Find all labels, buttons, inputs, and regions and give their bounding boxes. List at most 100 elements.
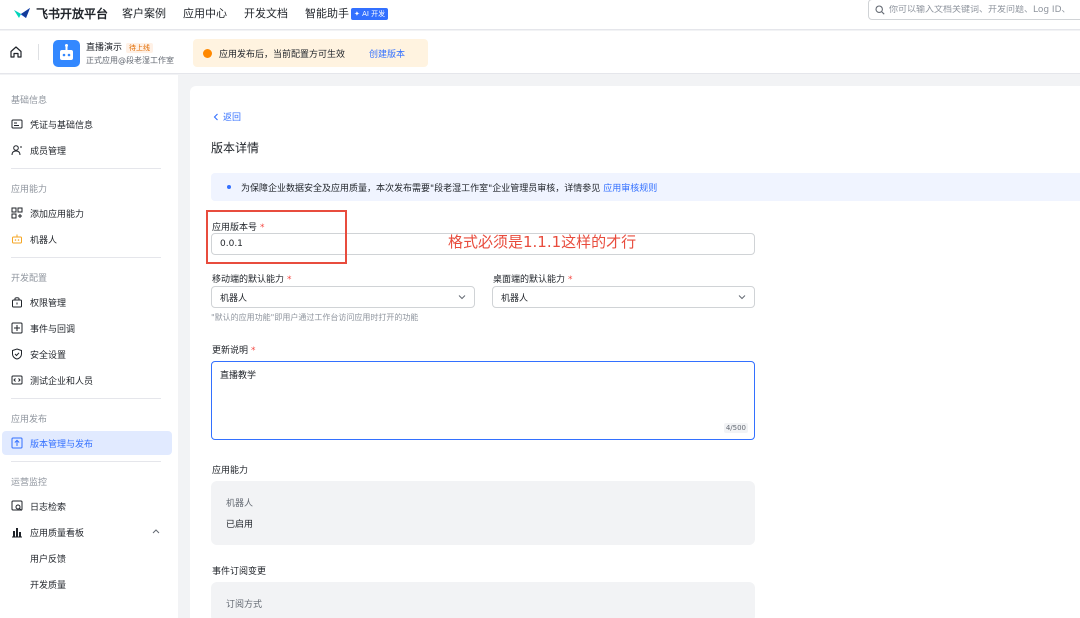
update-label-text: 更新说明 — [212, 346, 249, 356]
sidebar-group-dev-config: 开发配置 — [11, 274, 48, 284]
event-section-title: 事件订阅变更 — [212, 567, 267, 577]
review-rules-link[interactable]: 应用审核规则 — [603, 181, 657, 194]
nav-app-center[interactable]: 应用中心 — [183, 5, 227, 21]
brand-logo[interactable]: 飞书开放平台 — [12, 3, 108, 23]
home-icon[interactable] — [8, 44, 24, 60]
mobile-default-select[interactable]: 机器人 — [211, 286, 475, 308]
permission-icon — [12, 297, 22, 308]
mobile-default-label: 移动端的默认能力 * — [212, 272, 292, 285]
sidebar-item-label: 日志检索 — [30, 502, 67, 513]
desktop-default-select[interactable]: 机器人 — [492, 286, 755, 308]
sidebar-divider — [11, 461, 161, 462]
required-mark: * — [568, 275, 573, 285]
log-icon — [11, 500, 23, 511]
update-notes-label: 更新说明 * — [212, 343, 256, 356]
sidebar-item-logs[interactable]: 日志检索 — [2, 494, 172, 518]
search-icon — [875, 4, 885, 15]
sidebar-item-quality-dashboard[interactable]: 应用质量看板 — [2, 520, 172, 544]
divider — [38, 44, 39, 60]
mobile-label-text: 移动端的默认能力 — [212, 275, 285, 285]
chevron-down-icon — [458, 295, 466, 300]
sidebar-item-label: 事件与回调 — [30, 324, 76, 335]
app-subtitle: 正式应用@段老湿工作室 — [86, 56, 174, 65]
warning-icon — [203, 48, 212, 58]
robot-avatar-icon — [60, 44, 73, 60]
version-icon — [11, 437, 23, 449]
sidebar-item-user-feedback[interactable]: 用户反馈 — [2, 546, 172, 570]
mobile-default-value: 机器人 — [220, 293, 248, 304]
sidebar-divider — [11, 168, 161, 169]
sidebar-item-test-users[interactable]: 测试企业和人员 — [2, 368, 172, 392]
update-notes-textarea[interactable]: 直播教学 4/500 — [211, 361, 755, 440]
update-notes-value: 直播教学 — [220, 371, 257, 381]
shield-icon — [12, 348, 22, 360]
event-icon — [11, 322, 23, 334]
sidebar-item-events[interactable]: 事件与回调 — [2, 316, 172, 340]
sidebar-group-capability: 应用能力 — [11, 185, 48, 195]
notice-text: 应用发布后，当前配置方可生效 — [219, 49, 346, 60]
status-badge: 待上线 — [126, 43, 154, 53]
publish-notice: 应用发布后，当前配置方可生效 创建版本 — [193, 39, 428, 67]
ai-dev-badge: ✦ AI 开发 — [351, 8, 389, 20]
back-link[interactable]: 返回 — [212, 110, 241, 123]
sidebar-item-label: 版本管理与发布 — [30, 439, 94, 450]
capability-name: 机器人 — [226, 499, 254, 509]
app-name-text: 直播演示 — [86, 43, 123, 53]
required-mark: * — [251, 346, 256, 356]
sidebar-item-credentials[interactable]: 凭证与基础信息 — [2, 112, 172, 136]
desktop-default-value: 机器人 — [501, 293, 529, 304]
default-capability-hint: "默认的应用功能"即用户通过工作台访问应用时打开的功能 — [211, 313, 419, 322]
sidebar-group-basic: 基础信息 — [11, 96, 48, 106]
nav-dev-docs[interactable]: 开发文档 — [244, 5, 288, 21]
add-capability-icon — [11, 207, 23, 219]
sidebar-divider — [11, 398, 161, 399]
sidebar-item-label: 开发质量 — [30, 580, 67, 591]
annotation-text: 格式必须是1.1.1这样的才行 — [448, 233, 637, 251]
char-counter: 4/500 — [723, 423, 748, 433]
required-mark: * — [287, 275, 292, 285]
sidebar-item-label: 成员管理 — [30, 146, 67, 157]
subscription-method-label: 订阅方式 — [226, 600, 263, 610]
chevron-up-icon[interactable] — [152, 528, 160, 534]
nav-links: 客户案例 应用中心 开发文档 智能助手 ✦ AI 开发 — [122, 3, 389, 23]
event-card: 订阅方式 — [211, 582, 755, 618]
nav-customer-cases[interactable]: 客户案例 — [122, 5, 166, 21]
member-icon — [11, 145, 22, 156]
sidebar-item-version[interactable]: 版本管理与发布 — [2, 431, 172, 455]
sidebar-item-members[interactable]: 成员管理 — [2, 138, 172, 162]
sidebar-item-label: 安全设置 — [30, 350, 67, 361]
sidebar-group-release: 应用发布 — [11, 415, 48, 425]
review-info-bar: 为保障企业数据安全及应用质量，本次发布需要"段老湿工作室"企业管理员审核，详情参… — [211, 173, 1080, 201]
sidebar-item-label: 凭证与基础信息 — [30, 120, 94, 131]
sidebar-item-label: 权限管理 — [30, 298, 67, 309]
page-title: 版本详情 — [211, 141, 260, 155]
brand-name: 飞书开放平台 — [36, 6, 109, 21]
feishu-logo-icon — [14, 8, 30, 18]
info-bullet — [227, 185, 231, 189]
back-label: 返回 — [223, 113, 242, 123]
search-box — [868, 0, 1080, 20]
sidebar-item-robot[interactable]: 机器人 — [2, 227, 172, 251]
top-navigation: 飞书开放平台 客户案例 应用中心 开发文档 智能助手 ✦ AI 开发 — [0, 0, 1080, 30]
nav-ai-assistant[interactable]: 智能助手 ✦ AI 开发 — [305, 5, 389, 21]
capability-status: 已启用 — [226, 520, 254, 530]
chevron-left-icon — [213, 113, 218, 120]
sidebar-item-label: 添加应用能力 — [30, 209, 85, 220]
capability-card: 机器人 已启用 — [211, 481, 755, 545]
annotation-box — [206, 210, 347, 264]
sidebar-group-monitoring: 运营监控 — [11, 478, 48, 488]
sidebar: 基础信息 凭证与基础信息 成员管理 应用能力 添加应用能力 机器人 开发配置 权… — [0, 75, 178, 618]
sidebar-divider — [11, 257, 161, 258]
chevron-down-icon — [738, 295, 746, 300]
sidebar-item-permissions[interactable]: 权限管理 — [2, 290, 172, 314]
app-header: 直播演示 待上线 正式应用@段老湿工作室 应用发布后，当前配置方可生效 创建版本 — [0, 31, 1080, 74]
desktop-default-label: 桌面端的默认能力 * — [493, 272, 573, 285]
desktop-label-text: 桌面端的默认能力 — [493, 275, 566, 285]
sidebar-item-security[interactable]: 安全设置 — [2, 342, 172, 366]
sidebar-item-dev-quality[interactable]: 开发质量 — [2, 572, 172, 596]
sidebar-item-label: 机器人 — [30, 235, 58, 246]
sidebar-item-add-capability[interactable]: 添加应用能力 — [2, 201, 172, 225]
app-name: 直播演示 待上线 — [86, 40, 154, 53]
search-input[interactable] — [889, 4, 1080, 15]
create-version-link[interactable]: 创建版本 — [369, 47, 405, 60]
